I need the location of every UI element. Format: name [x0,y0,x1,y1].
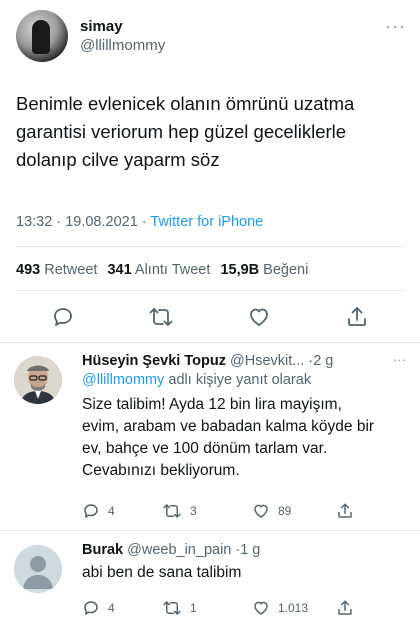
reply-header: Hüseyin Şevki Topuz @Hsevkit... ·2 g [82,352,406,371]
tweet-header: simay @llillmommy [16,10,165,62]
retweets-count: 493 [16,262,41,278]
tweet-date[interactable]: 19.08.2021 [65,214,138,230]
reply-button[interactable] [48,302,78,332]
reply-icon [54,308,72,326]
meta-separator: · [56,214,66,230]
share-icon [338,503,352,518]
like-count: 1.013 [278,601,309,615]
reply-age[interactable]: 1 g [240,542,260,558]
reply-separator: · [231,542,241,558]
divider [16,290,406,291]
share-icon [348,307,366,326]
reply-header: Burak @weeb_in_pain ·1 g [82,541,406,560]
retweet-icon [163,504,181,518]
reply-share-button[interactable] [336,599,362,617]
reply-handle[interactable]: @Hsevkit... [230,353,304,369]
like-button[interactable] [244,302,274,332]
retweet-icon [163,601,181,615]
reply-age[interactable]: 2 g [313,353,333,369]
reply-action-bar: 4 1 1.013 [82,599,406,621]
like-icon [254,504,268,518]
likes-count: 15,9B [220,262,260,278]
retweet-icon [149,308,173,326]
reply-retweet-button[interactable]: 3 [162,502,197,520]
tweet-time[interactable]: 13:32 [16,214,52,230]
more-options-icon[interactable]: ··· [385,16,406,37]
likes-label: Beğeni [263,262,309,278]
share-icon [338,600,352,615]
retweets-label: Retweet [44,262,98,278]
reply-reply-button[interactable]: 4 [82,599,115,617]
reply-count: 4 [108,504,115,518]
reply-text: abi ben de sana talibim [82,564,242,581]
quotes-count: 341 [107,262,132,278]
reply-retweet-button[interactable]: 1 [162,599,197,617]
reply-avatar[interactable] [14,356,62,404]
default-avatar[interactable] [14,545,62,593]
reply-display-name[interactable]: Hüseyin Şevki Topuz [82,353,226,369]
quotes-stat[interactable]: 341 Alıntı Tweet [107,262,210,278]
tweet-action-bar [0,302,420,332]
likes-stat[interactable]: 15,9B Beğeni [220,262,308,278]
reply-like-button[interactable]: 89 [252,502,291,520]
reply-body: Burak @weeb_in_pain ·1 g abi ben de sana… [82,541,406,584]
tweet-meta: 13:32 · 19.08.2021 · Twitter for iPhone [16,214,263,230]
share-button[interactable] [342,302,372,332]
divider [16,246,406,247]
author-names: simay @llillmommy [80,17,165,55]
reply-text: Size talibim! Ayda 12 bin lira mayişım, … [82,396,375,479]
retweet-button[interactable] [146,302,176,332]
reply-icon [84,504,98,518]
author-display-name[interactable]: simay [80,17,165,36]
reply-share-button[interactable] [336,502,362,520]
retweet-count: 3 [190,504,197,518]
like-count: 89 [278,504,292,518]
tweet-text: Benimle evlenicek olanın ömrünü uzatma g… [16,93,355,170]
author-handle[interactable]: @llillmommy [80,36,165,55]
tweet-source[interactable]: Twitter for iPhone [150,214,263,230]
reply-action-bar: 4 3 89 [82,502,406,524]
divider [0,342,420,343]
like-icon [250,308,268,326]
reply-icon [84,601,98,615]
reply-to-mention[interactable]: @llillmommy [82,372,164,388]
quotes-label: Alıntı Tweet [134,262,211,278]
like-icon [254,601,268,615]
author-avatar[interactable] [16,10,68,62]
retweet-count: 1 [190,601,197,615]
retweets-stat[interactable]: 493 Retweet [16,262,97,278]
reply-to-suffix: adlı kişiye yanıt olarak [168,372,312,388]
reply-like-button[interactable]: 1.013 [252,599,308,617]
divider [0,530,420,531]
reply-display-name[interactable]: Burak [82,542,123,558]
reply-count: 4 [108,601,115,615]
replying-to: @llillmommy adlı kişiye yanıt olarak [82,371,406,390]
reply-handle[interactable]: @weeb_in_pain [127,542,231,558]
tweet-stats: 493 Retweet 341 Alıntı Tweet 15,9B Beğen… [16,262,308,278]
more-options-icon[interactable]: ··· [393,352,406,367]
reply-body: Hüseyin Şevki Topuz @Hsevkit... ·2 g @ll… [82,352,406,482]
reply-reply-button[interactable]: 4 [82,502,115,520]
